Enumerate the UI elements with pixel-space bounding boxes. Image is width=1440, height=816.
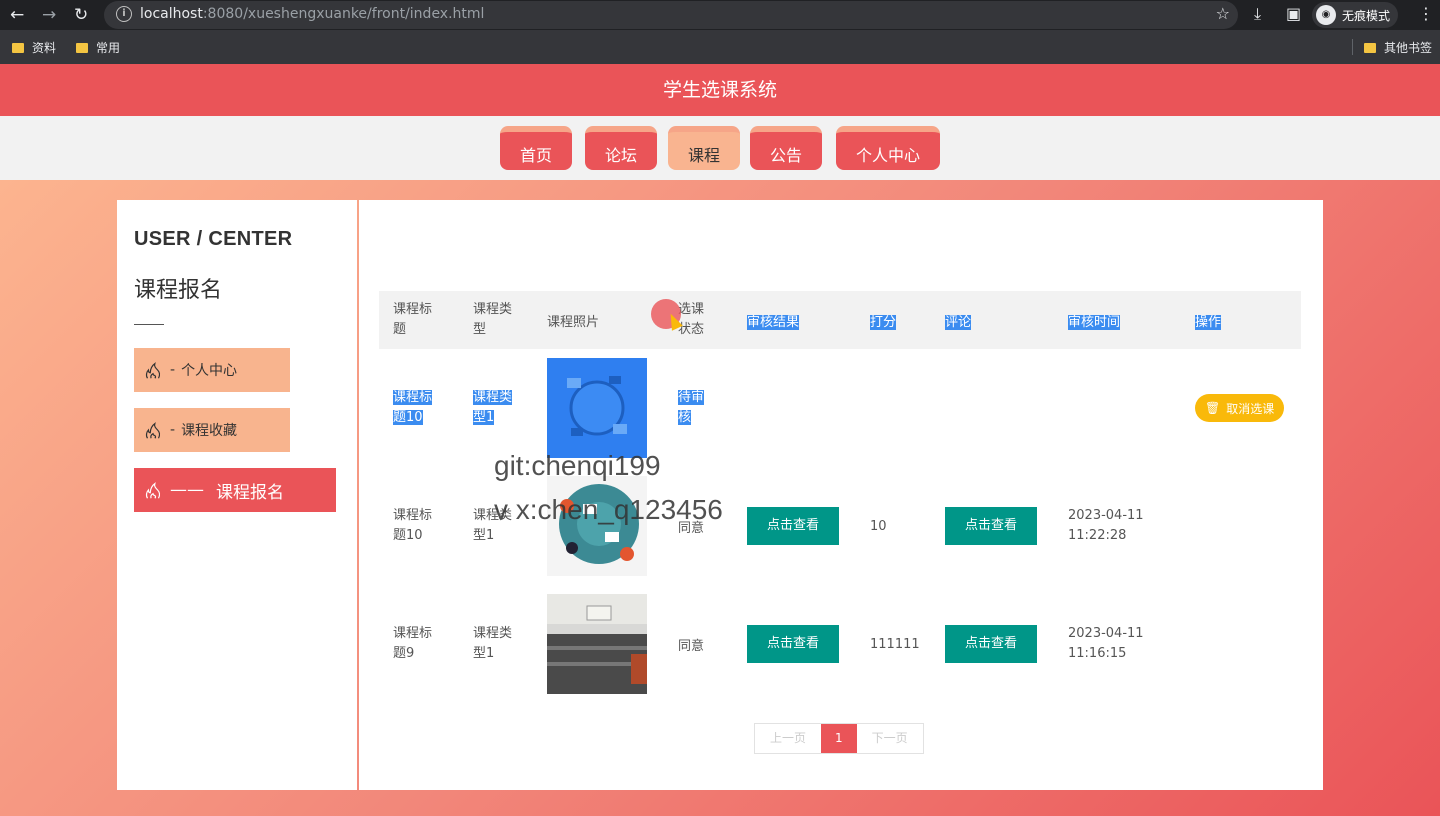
cell-status: 同意 — [678, 520, 705, 536]
pagination: 上一页 1 下一页 — [754, 723, 924, 754]
incognito-icon: ◉ — [1316, 5, 1336, 25]
header-comment: 评论 — [945, 314, 972, 330]
bookmark-folder[interactable]: 资料 — [12, 39, 56, 56]
view-comment-button[interactable]: 点击查看 — [945, 625, 1037, 663]
main-panel: 课程标题 课程类型 课程照片 选课状态 审核结果 打分 评论 审核时间 操作 课… — [359, 200, 1323, 790]
table-row: 课程标题10 课程类型1 同意 点击查看 10 点击查看 2023-04-11 … — [379, 467, 1301, 585]
back-arrow-icon[interactable]: ← — [10, 4, 24, 26]
menu-dots-icon[interactable]: ⋮ — [1418, 4, 1434, 23]
url-text: localhost:8080/xueshengxuanke/front/inde… — [140, 6, 485, 22]
cancel-enrollment-button[interactable]: 🗑 取消选课 — [1195, 394, 1285, 422]
table-row: 课程标题9 课程类型1 同意 点击查看 111111 点击查看 2023-04-… — [379, 585, 1301, 703]
trash-icon: 🗑 — [1205, 401, 1221, 415]
flame-icon — [145, 362, 161, 379]
incognito-badge[interactable]: ◉ 无痕模式 — [1312, 2, 1399, 28]
header-review-time: 审核时间 — [1068, 314, 1121, 330]
prev-page-button[interactable]: 上一页 — [755, 724, 821, 753]
header-course-type: 课程类型 — [473, 302, 513, 337]
enrollment-table: 课程标题 课程类型 课程照片 选课状态 审核结果 打分 评论 审核时间 操作 课… — [379, 291, 1301, 703]
header-course-title: 课程标题 — [393, 302, 433, 337]
bookmark-star-icon[interactable]: ☆ — [1216, 4, 1230, 23]
main-nav: 首页 论坛 课程 公告 个人中心 — [0, 116, 1440, 180]
table-header-row: 课程标题 课程类型 课程照片 选课状态 审核结果 打分 评论 审核时间 操作 — [379, 291, 1301, 349]
sidebar-item-user-center[interactable]: - 个人中心 — [134, 348, 290, 392]
folder-icon — [76, 42, 88, 53]
course-photo[interactable] — [547, 594, 647, 694]
sidebar-item-course-enrollment[interactable]: —— 课程报名 — [134, 468, 336, 512]
cell-course-title: 课程标题10 — [393, 508, 433, 543]
header-status: 选课状态 — [678, 302, 705, 337]
site-info-icon[interactable]: i — [116, 6, 132, 22]
sidebar-title: USER / CENTER — [134, 228, 293, 250]
next-page-button[interactable]: 下一页 — [857, 724, 923, 753]
cell-review-time: 2023-04-11 11:22:28 — [1068, 508, 1144, 543]
sidebar: USER / CENTER 课程报名 - 个人中心 - 课程收藏 —— 课程报名 — [117, 200, 357, 790]
divider — [134, 324, 164, 325]
folder-icon — [1364, 42, 1376, 53]
cell-review-time: 2023-04-11 11:16:15 — [1068, 626, 1144, 661]
cell-course-type: 课程类型1 — [473, 508, 513, 543]
table-row: 课程标题10 课程类型1 待审核 🗑 取消选课 — [379, 349, 1301, 467]
sidepanel-icon[interactable]: ▣ — [1286, 4, 1301, 23]
header-course-photo: 课程照片 — [547, 314, 600, 330]
forward-arrow-icon[interactable]: → — [42, 4, 56, 26]
page-1-button[interactable]: 1 — [821, 724, 857, 753]
cell-status: 待审核 — [678, 390, 705, 425]
cell-course-title: 课程标题10 — [393, 390, 433, 425]
flame-icon — [145, 482, 161, 499]
view-review-result-button[interactable]: 点击查看 — [747, 507, 839, 545]
header-score: 打分 — [870, 314, 897, 330]
course-photo[interactable] — [547, 358, 647, 458]
divider — [1352, 39, 1353, 55]
folder-icon — [12, 42, 24, 53]
bookmark-folder[interactable]: 常用 — [76, 39, 120, 56]
course-photo[interactable] — [547, 476, 647, 576]
header-actions: 操作 — [1195, 314, 1222, 330]
sidebar-subtitle: 课程报名 — [134, 278, 223, 303]
nav-notices[interactable]: 公告 — [750, 126, 822, 170]
reload-icon[interactable]: ↻ — [74, 4, 88, 26]
view-comment-button[interactable]: 点击查看 — [945, 507, 1037, 545]
nav-forum[interactable]: 论坛 — [585, 126, 657, 170]
cell-course-title: 课程标题9 — [393, 626, 433, 661]
browser-toolbar: ← → ↻ i localhost:8080/xueshengxuanke/fr… — [0, 0, 1440, 30]
bookmarks-bar: 资料 常用 其他书签 — [0, 30, 1440, 64]
cell-status: 同意 — [678, 638, 705, 654]
download-icon[interactable]: ⤓ — [1254, 4, 1261, 24]
cell-course-type: 课程类型1 — [473, 626, 513, 661]
nav-courses[interactable]: 课程 — [668, 126, 740, 170]
cell-score: 10 — [870, 518, 887, 534]
sidebar-item-favorites[interactable]: - 课程收藏 — [134, 408, 290, 452]
address-bar[interactable]: i localhost:8080/xueshengxuanke/front/in… — [104, 1, 1238, 29]
view-review-result-button[interactable]: 点击查看 — [747, 625, 839, 663]
cell-course-type: 课程类型1 — [473, 390, 513, 425]
site-title: 学生选课系统 — [0, 64, 1440, 116]
header-review-result: 审核结果 — [747, 314, 800, 330]
nav-user-center[interactable]: 个人中心 — [836, 126, 940, 170]
other-bookmarks[interactable]: 其他书签 — [1364, 39, 1432, 56]
cell-score: 111111 — [870, 636, 920, 652]
flame-icon — [145, 422, 161, 439]
nav-home[interactable]: 首页 — [500, 126, 572, 170]
